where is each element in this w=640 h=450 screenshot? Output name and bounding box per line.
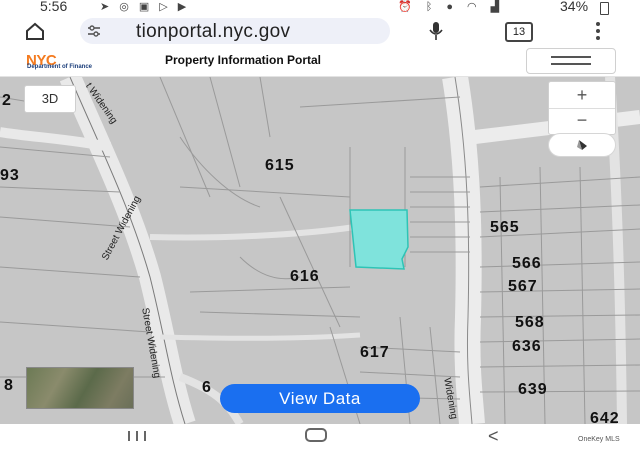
compass-icon xyxy=(577,140,587,150)
alarm-icon: ⏰ xyxy=(398,1,412,13)
menu-button[interactable] xyxy=(526,48,616,74)
bluetooth-icon: ᛒ xyxy=(425,1,433,13)
lot-label-2[interactable]: 2 xyxy=(2,92,12,110)
status-right-icons: ⏰ ᛒ ● ◠ ▟ xyxy=(398,0,499,14)
home-nav-icon[interactable] xyxy=(305,428,327,442)
status-left-icons: ➤ ◎ ▣ ▷ ▶ xyxy=(100,0,186,14)
zoom-in-button[interactable]: + xyxy=(549,82,615,109)
url-text: tionportal.nyc.gov xyxy=(136,21,291,42)
watermark: OneKey MLS xyxy=(578,436,620,443)
lot-label-568[interactable]: 568 xyxy=(515,314,545,332)
browser-toolbar: tionportal.nyc.gov 13 xyxy=(0,16,640,46)
mic-icon[interactable] xyxy=(428,20,444,42)
location-icon: ● xyxy=(446,1,453,13)
lot-label-639[interactable]: 639 xyxy=(518,381,548,399)
lot-label-615[interactable]: 615 xyxy=(265,157,295,175)
address-bar[interactable]: tionportal.nyc.gov xyxy=(80,18,390,44)
overflow-menu-icon[interactable] xyxy=(596,22,600,40)
tab-switcher-button[interactable]: 13 xyxy=(505,22,533,42)
lot-label-567[interactable]: 567 xyxy=(508,278,538,296)
basemap-toggle[interactable] xyxy=(26,367,134,409)
lot-label-636[interactable]: 636 xyxy=(512,338,542,356)
wifi-icon: ◠ xyxy=(466,1,477,13)
zoom-out-button[interactable]: − xyxy=(549,108,615,134)
lot-label-642[interactable]: 642 xyxy=(590,410,620,424)
zoom-control: + − xyxy=(548,81,616,135)
shop-icon: ▣ xyxy=(138,1,150,13)
site-settings-icon[interactable] xyxy=(86,23,102,39)
page-title: Property Information Portal xyxy=(165,53,322,67)
view-data-button[interactable]: View Data xyxy=(220,384,420,413)
lot-label-616[interactable]: 616 xyxy=(290,268,320,286)
play-icon: ▷ xyxy=(159,1,168,13)
status-bar: 5:56 ➤ ◎ ▣ ▷ ▶ ⏰ ᛒ ● ◠ ▟ 34% xyxy=(0,0,640,16)
signal-icon: ▟ xyxy=(490,1,500,13)
department-label: Department of Finance xyxy=(27,64,93,70)
compass-button[interactable] xyxy=(548,133,616,157)
lot-label-8[interactable]: 8 xyxy=(4,377,14,395)
youtube-icon: ▶ xyxy=(177,1,187,13)
system-nav-bar: < OneKey MLS xyxy=(0,424,640,450)
map-view[interactable]: 615 616 617 565 566 567 568 636 639 642 … xyxy=(0,77,640,424)
status-time: 5:56 xyxy=(40,0,68,14)
lot-label-617[interactable]: 617 xyxy=(360,344,390,362)
lot-label-566[interactable]: 566 xyxy=(512,255,542,273)
hamburger-icon xyxy=(551,56,591,58)
battery-percent: 34% xyxy=(560,0,589,14)
whatsapp-icon: ◎ xyxy=(119,1,129,13)
lot-label-93[interactable]: 93 xyxy=(0,167,20,185)
back-icon[interactable]: < xyxy=(488,426,499,447)
app-header: NYC Department of Finance Property Infor… xyxy=(0,46,640,77)
lot-label-565[interactable]: 565 xyxy=(490,219,520,237)
navigation-icon: ➤ xyxy=(100,1,110,13)
lot-label-6[interactable]: 6 xyxy=(202,379,212,397)
recent-apps-icon[interactable] xyxy=(126,430,148,442)
home-icon[interactable] xyxy=(24,20,46,42)
battery-icon xyxy=(600,2,609,15)
3d-toggle-button[interactable]: 3D xyxy=(24,85,76,113)
